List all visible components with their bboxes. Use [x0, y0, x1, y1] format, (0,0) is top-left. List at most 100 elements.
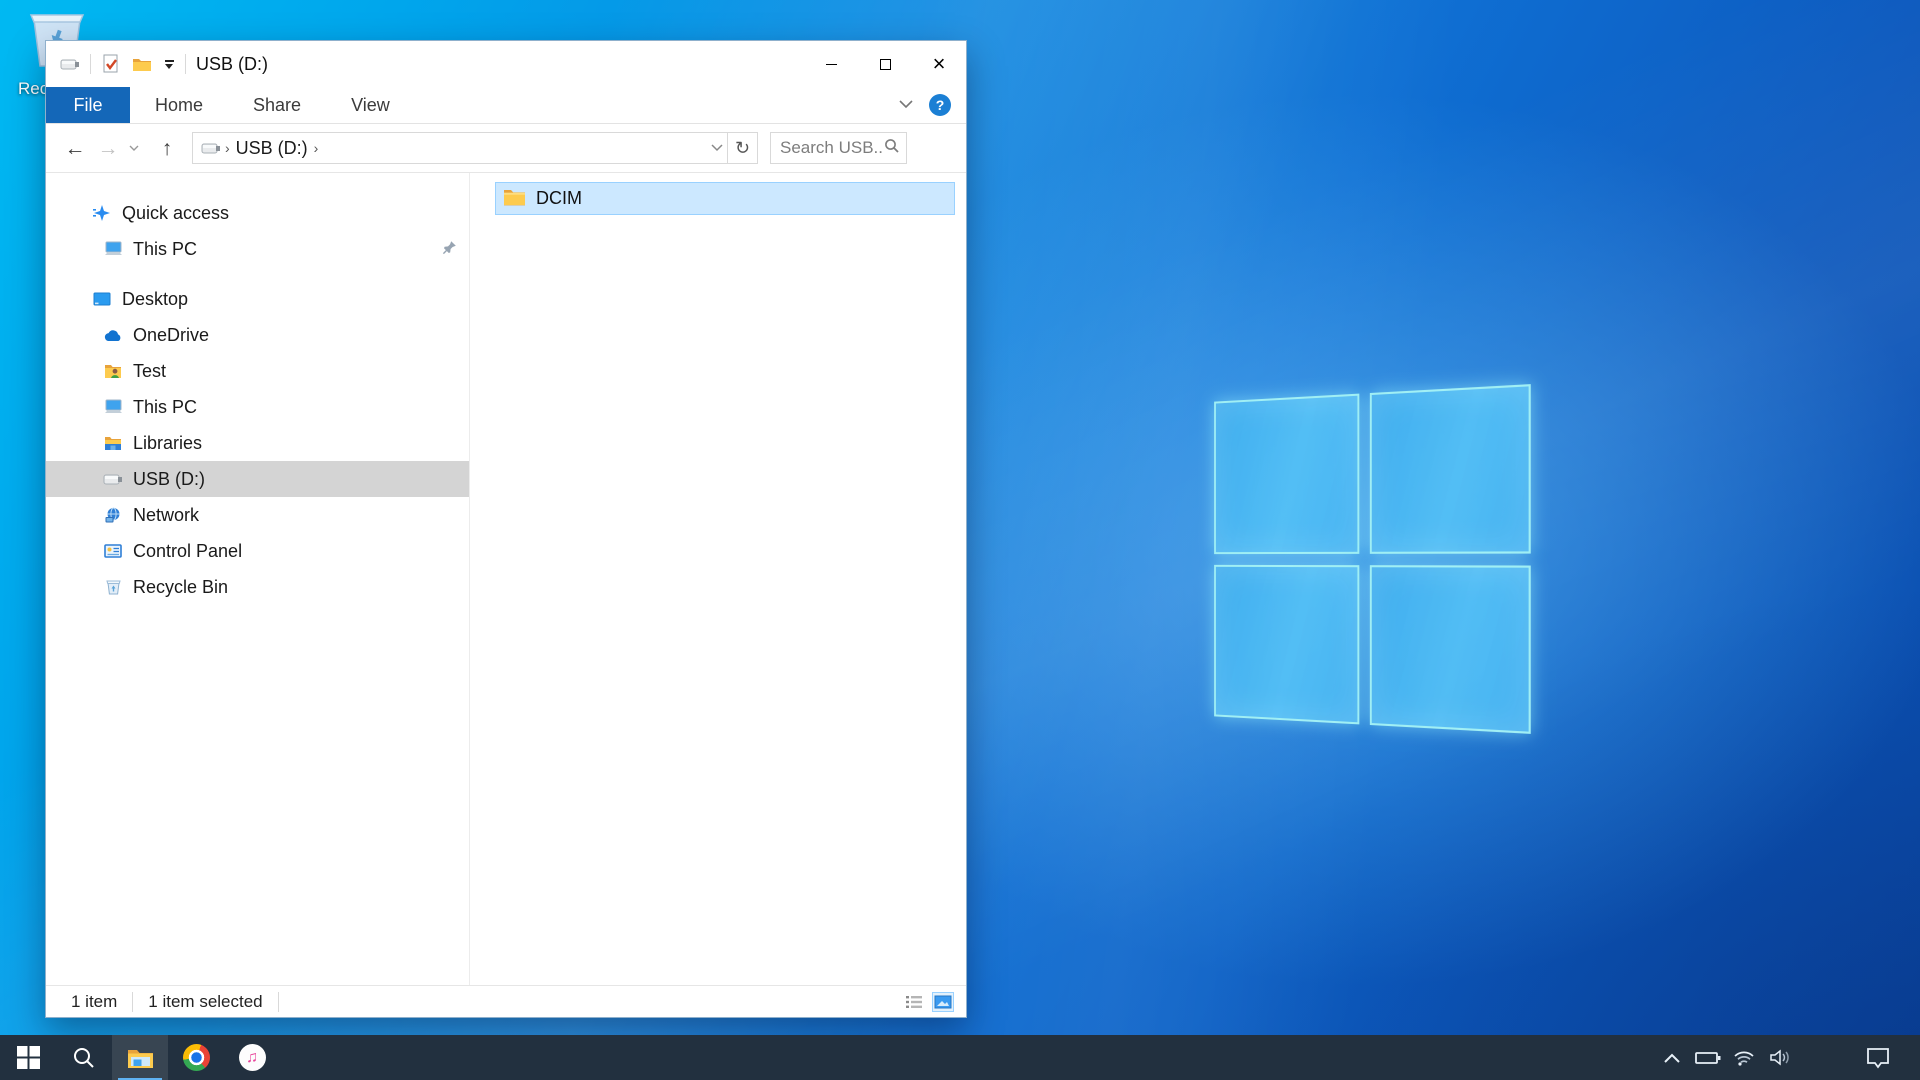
taskbar-file-explorer-button[interactable]: [112, 1035, 168, 1080]
windows-logo-pane: [1369, 565, 1530, 734]
breadcrumb-chevron-icon[interactable]: ›: [310, 140, 323, 156]
address-bar[interactable]: › USB (D:) ›: [192, 132, 728, 164]
sidebar-item-quick-access[interactable]: Quick access: [46, 195, 469, 231]
windows-logo-pane: [1369, 384, 1530, 553]
onedrive-cloud-icon: [103, 329, 123, 342]
tray-show-hidden-icons-chevron[interactable]: [1654, 1035, 1690, 1080]
toolbar-separator: [90, 54, 91, 74]
title-bar[interactable]: USB (D:) ×: [46, 41, 966, 87]
this-pc-icon: [103, 241, 123, 257]
taskbar-chrome-button[interactable]: [168, 1035, 224, 1080]
itunes-icon: ♫: [239, 1044, 266, 1071]
sidebar-item-this-pc-pinned[interactable]: This PC: [46, 231, 469, 267]
sidebar-item-label: This PC: [133, 239, 197, 260]
action-center-icon[interactable]: [1860, 1035, 1896, 1080]
large-icons-view-toggle[interactable]: [933, 993, 953, 1011]
sidebar-item-label: This PC: [133, 397, 197, 418]
selection-count: 1 item selected: [148, 992, 262, 1012]
up-button[interactable]: ↑: [150, 132, 184, 164]
control-panel-icon: [103, 544, 123, 558]
start-button[interactable]: [0, 1035, 56, 1080]
navigation-bar: ← → ↑ › USB (D:) ›: [46, 124, 966, 173]
toolbar-separator: [185, 54, 186, 74]
recent-locations-chevron-icon[interactable]: [124, 132, 144, 164]
sidebar-item-desktop[interactable]: Desktop: [46, 281, 469, 317]
usb-drive-icon: [103, 473, 123, 486]
chrome-icon: [183, 1044, 210, 1071]
sidebar-item-label: Quick access: [122, 203, 229, 224]
sidebar-item-control-panel[interactable]: Control Panel: [46, 533, 469, 569]
volume-icon[interactable]: [1762, 1035, 1798, 1080]
windows-logo-wallpaper: [1214, 384, 1531, 734]
taskbar-search-button[interactable]: [56, 1035, 112, 1080]
forward-button[interactable]: →: [92, 132, 124, 164]
caption-buttons: ×: [804, 41, 966, 87]
search-icon: [72, 1046, 96, 1070]
search-input[interactable]: [780, 138, 884, 158]
desktop-wallpaper: Recycle Bin: [0, 0, 1920, 1080]
status-separator: [132, 992, 133, 1012]
sidebar-item-this-pc[interactable]: This PC: [46, 389, 469, 425]
sidebar-item-test[interactable]: Test: [46, 353, 469, 389]
expand-ribbon-chevron-icon[interactable]: [899, 96, 913, 114]
maximize-button[interactable]: [858, 41, 912, 87]
breadcrumb-chevron-icon[interactable]: ›: [221, 140, 234, 156]
file-item-name: DCIM: [536, 188, 582, 209]
ribbon-tabs: File Home Share View ?: [46, 87, 966, 124]
file-list-pane[interactable]: DCIM: [470, 173, 966, 985]
sidebar-item-label: OneDrive: [133, 325, 209, 346]
sidebar-item-recycle-bin[interactable]: Recycle Bin: [46, 569, 469, 605]
sidebar-item-label: Recycle Bin: [133, 577, 228, 598]
address-dropdown-chevron-icon[interactable]: [711, 139, 723, 157]
properties-icon[interactable]: [100, 53, 122, 75]
file-explorer-window: USB (D:) × File Home Share View ? ← →: [45, 40, 967, 1018]
pin-icon: [442, 239, 457, 260]
windows-logo-pane: [1214, 394, 1359, 554]
sidebar-item-network[interactable]: Network: [46, 497, 469, 533]
customize-toolbar-dropdown-icon[interactable]: [162, 60, 176, 69]
sidebar-item-label: USB (D:): [133, 469, 205, 490]
sidebar-item-label: Test: [133, 361, 166, 382]
battery-icon[interactable]: [1690, 1035, 1726, 1080]
sidebar-item-usb-drive[interactable]: USB (D:): [46, 461, 469, 497]
taskbar-itunes-button[interactable]: ♫: [224, 1035, 280, 1080]
refresh-button[interactable]: ↻: [727, 132, 758, 164]
tab-share[interactable]: Share: [228, 87, 326, 123]
system-tray: [1654, 1035, 1920, 1080]
close-button[interactable]: ×: [912, 41, 966, 87]
sidebar-item-onedrive[interactable]: OneDrive: [46, 317, 469, 353]
windows-logo-pane: [1214, 564, 1359, 724]
address-drive-icon[interactable]: [201, 142, 221, 155]
network-wifi-icon[interactable]: [1726, 1035, 1762, 1080]
details-view-toggle[interactable]: [904, 993, 924, 1011]
minimize-button[interactable]: [804, 41, 858, 87]
navigation-pane: Quick access This PC: [46, 173, 470, 985]
usb-drive-icon[interactable]: [59, 53, 81, 75]
file-explorer-icon: [127, 1047, 154, 1069]
help-button[interactable]: ?: [929, 94, 951, 116]
search-box: [770, 132, 907, 164]
this-pc-icon: [103, 399, 123, 415]
user-folder-icon: [103, 363, 123, 379]
tab-home[interactable]: Home: [130, 87, 228, 123]
window-title: USB (D:): [196, 54, 268, 75]
sidebar-item-label: Network: [133, 505, 199, 526]
network-globe-icon: [103, 507, 123, 523]
item-count: 1 item: [71, 992, 117, 1012]
desktop-icon: [92, 292, 112, 307]
sidebar-item-libraries[interactable]: Libraries: [46, 425, 469, 461]
back-button[interactable]: ←: [58, 132, 92, 164]
recycle-bin-small-icon: [103, 579, 123, 595]
tab-file[interactable]: File: [46, 87, 130, 123]
status-bar: 1 item 1 item selected: [46, 985, 966, 1017]
taskbar: ♫: [0, 1035, 1920, 1080]
sidebar-item-label: Control Panel: [133, 541, 242, 562]
file-item-dcim[interactable]: DCIM: [495, 182, 955, 215]
search-icon[interactable]: [884, 138, 900, 159]
new-folder-icon[interactable]: [131, 53, 153, 75]
breadcrumb-segment[interactable]: USB (D:): [234, 138, 310, 159]
quick-access-star-icon: [92, 204, 112, 222]
sidebar-item-label: Libraries: [133, 433, 202, 454]
libraries-icon: [103, 435, 123, 451]
tab-view[interactable]: View: [326, 87, 415, 123]
